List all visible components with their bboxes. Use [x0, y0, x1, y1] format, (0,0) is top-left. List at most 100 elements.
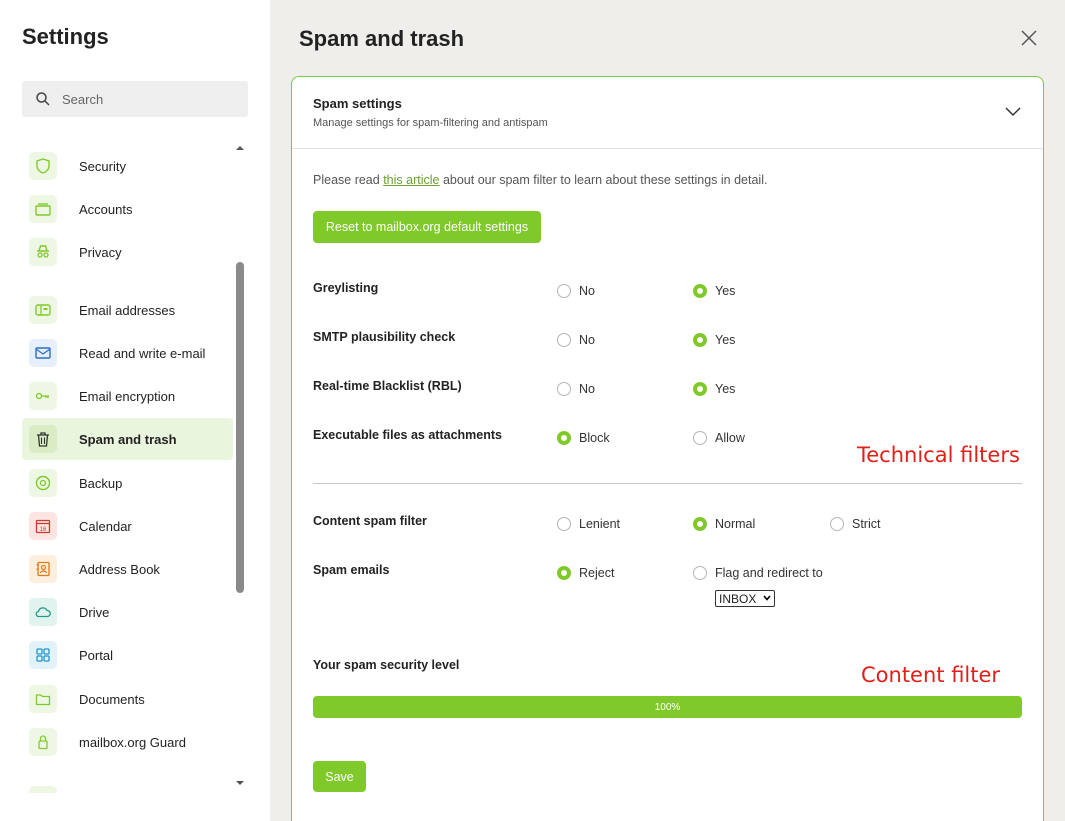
- radio-label: No: [579, 333, 595, 347]
- security-level-label: Your spam security level: [313, 658, 460, 672]
- radio-circle: [693, 431, 707, 445]
- executables-block-radio[interactable]: Block: [557, 431, 610, 445]
- search-icon: [36, 92, 50, 106]
- address-book-icon: [29, 555, 57, 583]
- radio-circle: [557, 284, 571, 298]
- radio-circle-checked: [693, 333, 707, 347]
- sidebar-item-privacy[interactable]: Privacy: [22, 231, 233, 273]
- sidebar-item-accounts[interactable]: Accounts: [22, 188, 233, 230]
- search-input[interactable]: [62, 81, 242, 117]
- sidebar-item-label: Email addresses: [79, 302, 176, 318]
- sidebar-item-guard[interactable]: mailbox.org Guard: [22, 721, 233, 763]
- security-level-progress: 100%: [313, 696, 1022, 718]
- rbl-yes-radio[interactable]: Yes: [693, 382, 735, 396]
- content-filter-label: Content spam filter: [313, 514, 427, 528]
- sidebar-item-label: Calendar: [79, 518, 132, 534]
- rbl-no-radio[interactable]: No: [557, 382, 595, 396]
- greylisting-no-radio[interactable]: No: [557, 284, 595, 298]
- radio-circle-checked: [693, 517, 707, 531]
- intro-text-before: Please read: [313, 173, 384, 187]
- content-normal-radio[interactable]: Normal: [693, 517, 755, 531]
- panel-header[interactable]: Spam settings Manage settings for spam-f…: [292, 77, 1043, 149]
- sidebar-item-label: Accounts: [79, 201, 133, 217]
- radio-circle: [557, 517, 571, 531]
- accounts-icon: [29, 195, 57, 223]
- redirect-folder-select[interactable]: INBOX: [715, 590, 775, 607]
- radio-label: Block: [579, 431, 610, 445]
- scroll-up-arrow-icon[interactable]: [235, 143, 245, 153]
- sidebar-nav: Security Accounts Privacy Email addresse…: [22, 145, 234, 793]
- close-icon[interactable]: [1019, 28, 1039, 48]
- content-filter-annotation: Content filter: [861, 663, 1001, 687]
- sidebar-item-label: Address Book: [79, 561, 160, 577]
- radio-circle-checked: [557, 566, 571, 580]
- sidebar-item-drive[interactable]: Drive: [22, 591, 233, 633]
- folder-icon: [29, 685, 57, 713]
- calendar-icon: 16: [29, 512, 57, 540]
- sidebar-item-email-addresses[interactable]: Email addresses: [22, 289, 233, 331]
- panel-subtitle: Manage settings for spam-filtering and a…: [313, 117, 548, 129]
- spam-flag-redirect-radio[interactable]: Flag and redirect to: [693, 566, 823, 580]
- content-lenient-radio[interactable]: Lenient: [557, 517, 620, 531]
- sidebar-item-documents[interactable]: Documents: [22, 678, 233, 720]
- lock-icon: [29, 728, 57, 756]
- sidebar-item-backup[interactable]: Backup: [22, 462, 233, 504]
- partial-item-icon: [29, 786, 57, 793]
- sidebar-item-address-book[interactable]: Address Book: [22, 548, 233, 590]
- sidebar-item-label: Email encryption: [79, 388, 176, 404]
- content-strict-radio[interactable]: Strict: [830, 517, 880, 531]
- radio-label: Reject: [579, 566, 615, 580]
- radio-label: No: [579, 382, 595, 396]
- sidebar-item-read-write-email[interactable]: Read and write e-mail: [22, 332, 233, 374]
- cloud-icon: [29, 598, 57, 626]
- radio-circle: [557, 333, 571, 347]
- sidebar-item-label: mailbox.org Guard: [79, 734, 186, 750]
- article-link[interactable]: this article: [383, 173, 439, 187]
- spam-settings-panel: Spam settings Manage settings for spam-f…: [291, 76, 1044, 821]
- grid-icon: [29, 641, 57, 669]
- sidebar-item-calendar[interactable]: 16 Calendar: [22, 505, 233, 547]
- radio-circle-checked: [557, 431, 571, 445]
- spam-reject-radio[interactable]: Reject: [557, 566, 614, 580]
- scroll-down-arrow-icon[interactable]: [235, 778, 245, 788]
- backup-icon: [29, 469, 57, 497]
- save-button[interactable]: Save: [313, 761, 366, 792]
- executables-allow-radio[interactable]: Allow: [693, 431, 745, 445]
- sidebar-scrollbar-thumb[interactable]: [236, 262, 244, 593]
- smtp-yes-radio[interactable]: Yes: [693, 333, 735, 347]
- sidebar-item-label: Drive: [79, 604, 110, 620]
- reset-defaults-button[interactable]: Reset to mailbox.org default settings: [313, 211, 541, 243]
- sidebar-item-portal[interactable]: Portal: [22, 634, 233, 676]
- sidebar-item-partial[interactable]: [22, 779, 233, 793]
- incognito-icon: [29, 238, 57, 266]
- greylisting-yes-radio[interactable]: Yes: [693, 284, 735, 298]
- progress-fill: 100%: [313, 696, 1022, 718]
- rbl-label: Real-time Blacklist (RBL): [313, 379, 462, 393]
- sidebar-item-security[interactable]: Security: [22, 145, 233, 187]
- smtp-no-radio[interactable]: No: [557, 333, 595, 347]
- radio-label: Yes: [715, 333, 736, 347]
- radio-circle-checked: [693, 382, 707, 396]
- radio-circle: [557, 382, 571, 396]
- smtp-check-label: SMTP plausibility check: [313, 330, 456, 344]
- sidebar-item-label: Backup: [79, 475, 123, 491]
- chevron-down-icon[interactable]: [1004, 105, 1022, 119]
- radio-label: Strict: [852, 517, 881, 531]
- radio-label: Yes: [715, 382, 736, 396]
- sidebar-item-label: Security: [79, 158, 126, 174]
- search-box[interactable]: [22, 81, 248, 117]
- intro-text-after: about our spam filter to learn about the…: [439, 173, 768, 187]
- radio-label: Lenient: [579, 517, 621, 531]
- sidebar-title: Settings: [22, 24, 109, 49]
- executables-label: Executable files as attachments: [313, 428, 502, 442]
- spam-emails-label: Spam emails: [313, 563, 390, 577]
- sidebar-item-label: Portal: [79, 647, 113, 663]
- settings-sidebar: Settings Security Accounts Privac: [0, 0, 270, 821]
- radio-circle: [830, 517, 844, 531]
- radio-label: Yes: [715, 284, 736, 298]
- key-icon: [29, 382, 57, 410]
- sidebar-item-spam-and-trash[interactable]: Spam and trash: [22, 418, 233, 460]
- radio-label: Normal: [715, 517, 756, 531]
- sidebar-item-email-encryption[interactable]: Email encryption: [22, 375, 233, 417]
- intro-text: Please read this article about our spam …: [313, 173, 767, 187]
